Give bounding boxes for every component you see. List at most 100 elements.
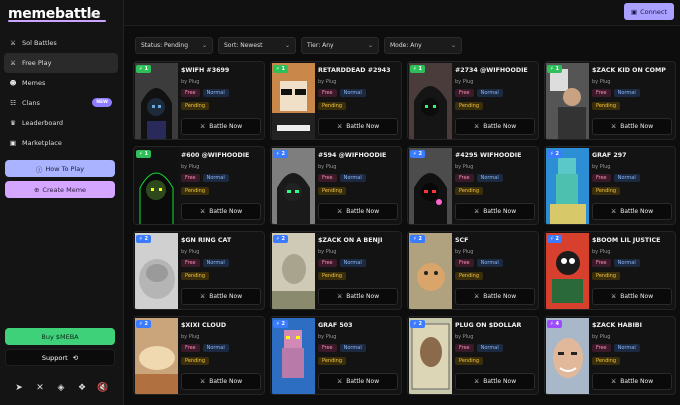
top-bar: ▣ Connect — [124, 0, 680, 26]
battle-now-button[interactable]: ⚔ Battle Now — [181, 203, 261, 220]
social-links: ➤ ✕ ◈ ❖ 🔇 — [13, 382, 109, 394]
level-badge: ⚡ 2 — [136, 320, 151, 328]
lightning-icon: ⚡ — [413, 66, 417, 72]
battle-now-label: Battle Now — [483, 208, 517, 215]
tag-list: Free Normal — [592, 174, 640, 182]
battle-now-button[interactable]: ⚔ Battle Now — [181, 373, 261, 390]
new-badge: NEW — [92, 98, 112, 107]
battle-now-button[interactable]: ⚔ Battle Now — [455, 288, 535, 305]
connect-button[interactable]: ▣ Connect — [624, 3, 674, 20]
create-meme-button[interactable]: ⊕ Create Meme — [5, 181, 115, 198]
battle-now-button[interactable]: ⚔ Battle Now — [455, 373, 535, 390]
lightning-icon: ⚡ — [413, 151, 417, 157]
normal-tag: Normal — [339, 174, 366, 182]
meme-title: #2734 @WIFHOODIE — [455, 67, 528, 74]
level-number: 1 — [144, 151, 148, 157]
battle-now-button[interactable]: ⚔ Battle Now — [592, 118, 672, 135]
meme-card[interactable]: ⚡ 2 #594 @WIFHOODIE by Plug Free Normal P… — [270, 146, 402, 225]
x-twitter-icon[interactable]: ✕ — [34, 382, 46, 394]
meme-author: by Plug — [592, 79, 611, 85]
battle-now-label: Battle Now — [620, 123, 654, 130]
meme-card[interactable]: ⚡ 2 #4295 WIFHOODIE by Plug Free Normal P… — [407, 146, 539, 225]
level-badge: ⚡ 2 — [136, 235, 151, 243]
battle-now-button[interactable]: ⚔ Battle Now — [318, 373, 398, 390]
users-icon: ☷ — [10, 99, 16, 107]
battle-now-button[interactable]: ⚔ Battle Now — [455, 118, 535, 135]
sort-filter[interactable]: Sort: Newest ⌄ — [218, 37, 296, 54]
swords-icon: ⚔ — [199, 208, 206, 215]
meme-author: by Plug — [318, 164, 337, 170]
battle-now-label: Battle Now — [346, 123, 380, 130]
battle-now-button[interactable]: ⚔ Battle Now — [592, 373, 672, 390]
sidebar-item-clans[interactable]: ☷ Clans NEW — [4, 93, 118, 113]
meme-thumbnail — [135, 63, 178, 139]
meme-author: by Plug — [455, 334, 474, 340]
support-button[interactable]: Support ⟲ — [5, 349, 115, 366]
status-filter[interactable]: Status: Pending ⌄ — [135, 37, 213, 54]
sidebar-item-label: Marketplace — [22, 139, 62, 147]
meme-card[interactable]: ⚡ 2 GRAF 503 by Plug Free Normal Pending … — [270, 316, 402, 395]
how-to-play-button[interactable]: ⓘ How To Play — [5, 160, 115, 177]
sidebar-item-sol-battles[interactable]: ⚔ Sol Battles — [4, 33, 118, 53]
meme-thumbnail — [135, 148, 178, 224]
meme-author: by Plug — [455, 249, 474, 255]
normal-tag: Normal — [476, 174, 503, 182]
sidebar-item-marketplace[interactable]: ▣ Marketplace — [4, 133, 118, 153]
support-icon: ⟲ — [72, 353, 79, 362]
meme-card[interactable]: ⚡ 4 $ZACK HABIBI by Plug Free Normal Pend… — [544, 316, 676, 395]
tag-list: Free Normal — [455, 259, 503, 267]
battle-now-label: Battle Now — [209, 123, 243, 130]
lightning-icon: ⚡ — [139, 236, 143, 242]
sidebar-item-leaderboard[interactable]: ♛ Leaderboard — [4, 113, 118, 133]
battle-now-button[interactable]: ⚔ Battle Now — [318, 203, 398, 220]
lightning-icon: ⚡ — [276, 236, 280, 242]
battle-now-button[interactable]: ⚔ Battle Now — [181, 118, 261, 135]
battle-now-label: Battle Now — [483, 293, 517, 300]
meme-card[interactable]: ⚡ 2 $GN RING CAT by Plug Free Normal Pend… — [133, 231, 265, 310]
meme-thumbnail — [272, 63, 315, 139]
meme-thumbnail — [546, 233, 589, 309]
meme-author: by Plug — [181, 249, 200, 255]
meme-card[interactable]: ⚡ 2 SCF by Plug Free Normal Pending ⚔ Bat… — [407, 231, 539, 310]
meme-card[interactable]: ⚡ 1 $WIFH #3699 by Plug Free Normal Pendi… — [133, 61, 265, 140]
meme-thumbnail — [272, 233, 315, 309]
normal-tag: Normal — [202, 174, 229, 182]
battle-now-button[interactable]: ⚔ Battle Now — [318, 288, 398, 305]
free-tag: Free — [181, 344, 200, 352]
meme-card[interactable]: ⚡ 2 $ZACK ON A BENJI by Plug Free Normal … — [270, 231, 402, 310]
discord-icon[interactable]: ◈ — [55, 382, 67, 394]
meme-author: by Plug — [592, 249, 611, 255]
battle-now-button[interactable]: ⚔ Battle Now — [592, 288, 672, 305]
battle-now-button[interactable]: ⚔ Battle Now — [592, 203, 672, 220]
level-badge: ⚡ 2 — [273, 235, 288, 243]
meme-card[interactable]: ⚡ 2 PLUG ON $DOLLAR by Plug Free Normal P… — [407, 316, 539, 395]
battle-now-button[interactable]: ⚔ Battle Now — [455, 203, 535, 220]
swords-icon: ⚔ — [10, 59, 16, 67]
sidebar-item-memes[interactable]: ☻ Memes — [4, 73, 118, 93]
free-tag: Free — [181, 89, 200, 97]
sidebar-item-free-play[interactable]: ⚔ Free Play — [4, 53, 118, 73]
meme-card[interactable]: ⚡ 2 $BOOM LIL JUSTICE by Plug Free Normal… — [544, 231, 676, 310]
dex-icon[interactable]: ❖ — [76, 382, 88, 394]
meme-card[interactable]: ⚡ 1 $ZACK KID ON COMP by Plug Free Normal… — [544, 61, 676, 140]
normal-tag: Normal — [339, 344, 366, 352]
battle-now-label: Battle Now — [209, 378, 243, 385]
tier-filter[interactable]: Tier: Any ⌄ — [301, 37, 379, 54]
telegram-icon[interactable]: ➤ — [13, 382, 25, 394]
meme-card[interactable]: ⚡ 1 RETARDDEAD #2943 by Plug Free Normal … — [270, 61, 402, 140]
lightning-icon: ⚡ — [550, 151, 554, 157]
status-badge: Pending — [181, 272, 209, 280]
sound-muted-icon[interactable]: 🔇 — [97, 382, 109, 394]
meme-card[interactable]: ⚡ 1 #600 @WIFHOODIE by Plug Free Normal P… — [133, 146, 265, 225]
buy-meba-button[interactable]: Buy $MEBA — [5, 328, 115, 345]
swords-icon: ⚔ — [199, 123, 206, 130]
free-tag: Free — [181, 259, 200, 267]
swords-icon: ⚔ — [199, 378, 206, 385]
battle-now-button[interactable]: ⚔ Battle Now — [318, 118, 398, 135]
meme-card[interactable]: ⚡ 2 GRAF 297 by Plug Free Normal Pending … — [544, 146, 676, 225]
level-number: 2 — [418, 321, 422, 327]
meme-card[interactable]: ⚡ 1 #2734 @WIFHOODIE by Plug Free Normal … — [407, 61, 539, 140]
meme-card[interactable]: ⚡ 2 $XIXI CLOUD by Plug Free Normal Pendi… — [133, 316, 265, 395]
mode-filter[interactable]: Mode: Any ⌄ — [384, 37, 462, 54]
battle-now-button[interactable]: ⚔ Battle Now — [181, 288, 261, 305]
